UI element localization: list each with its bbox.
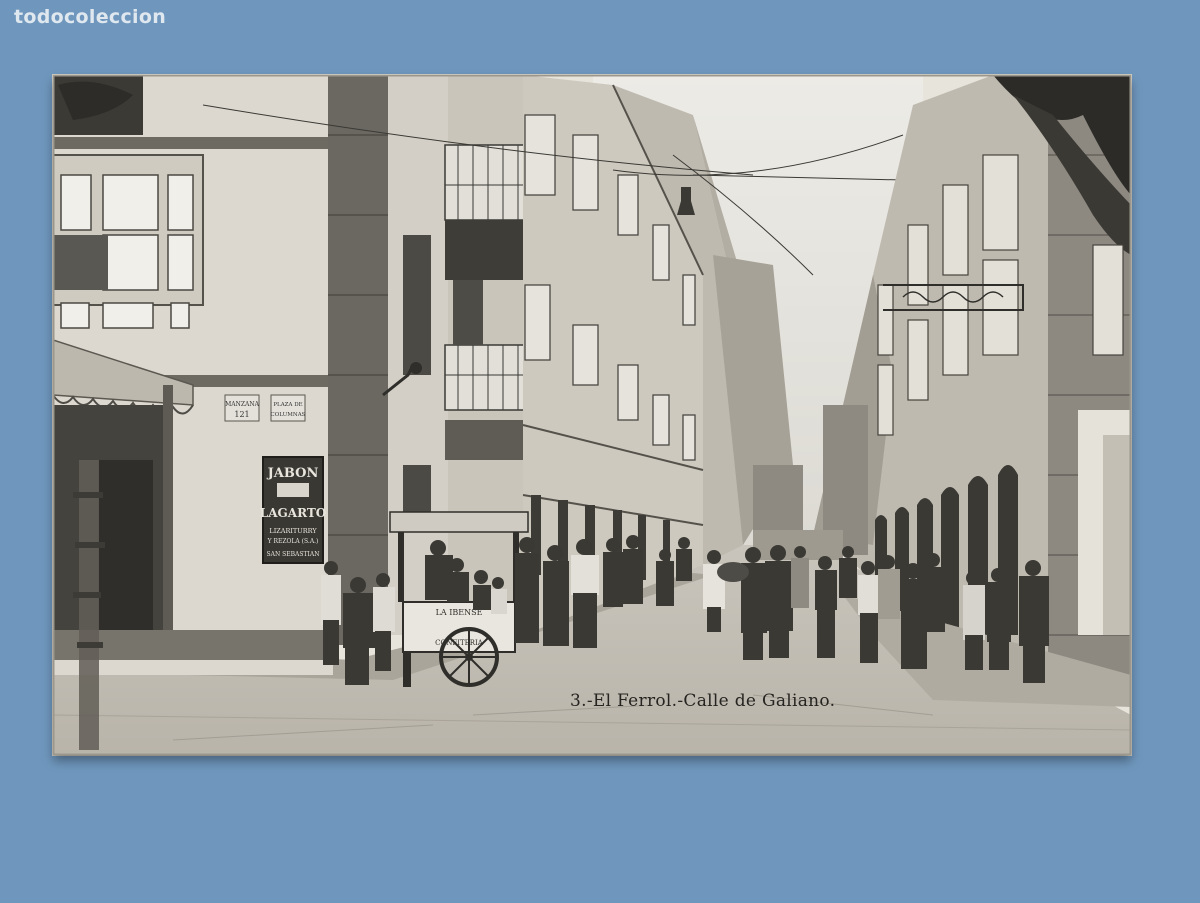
- svg-text:COLUMNAS: COLUMNAS: [271, 412, 306, 418]
- svg-text:121: 121: [234, 410, 249, 419]
- postcard: MANZANA 121 PLAZA DE COLUMNAS JABON LAGA…: [53, 75, 1131, 755]
- postcard-caption: 3.-El Ferrol.-Calle de Galiano.: [570, 691, 836, 711]
- watermark-logo: todocoleccion: [14, 6, 167, 28]
- svg-text:MANZANA: MANZANA: [225, 401, 259, 408]
- sign-line-5: SAN SEBASTIAN: [267, 551, 320, 558]
- sign-line-4: Y REZOLA (S.A.): [267, 538, 319, 545]
- sign-line-3: LIZARITURRY: [269, 527, 317, 535]
- svg-text:PLAZA DE: PLAZA DE: [273, 402, 302, 408]
- sign-line-1: JABON: [267, 466, 319, 481]
- street-photo: MANZANA 121 PLAZA DE COLUMNAS JABON LAGA…: [53, 75, 1131, 755]
- sign-line-2: LAGARTO: [260, 506, 326, 520]
- jabon-lagarto-sign: JABON LAGARTO LIZARITURRY Y REZOLA (S.A.…: [260, 456, 326, 564]
